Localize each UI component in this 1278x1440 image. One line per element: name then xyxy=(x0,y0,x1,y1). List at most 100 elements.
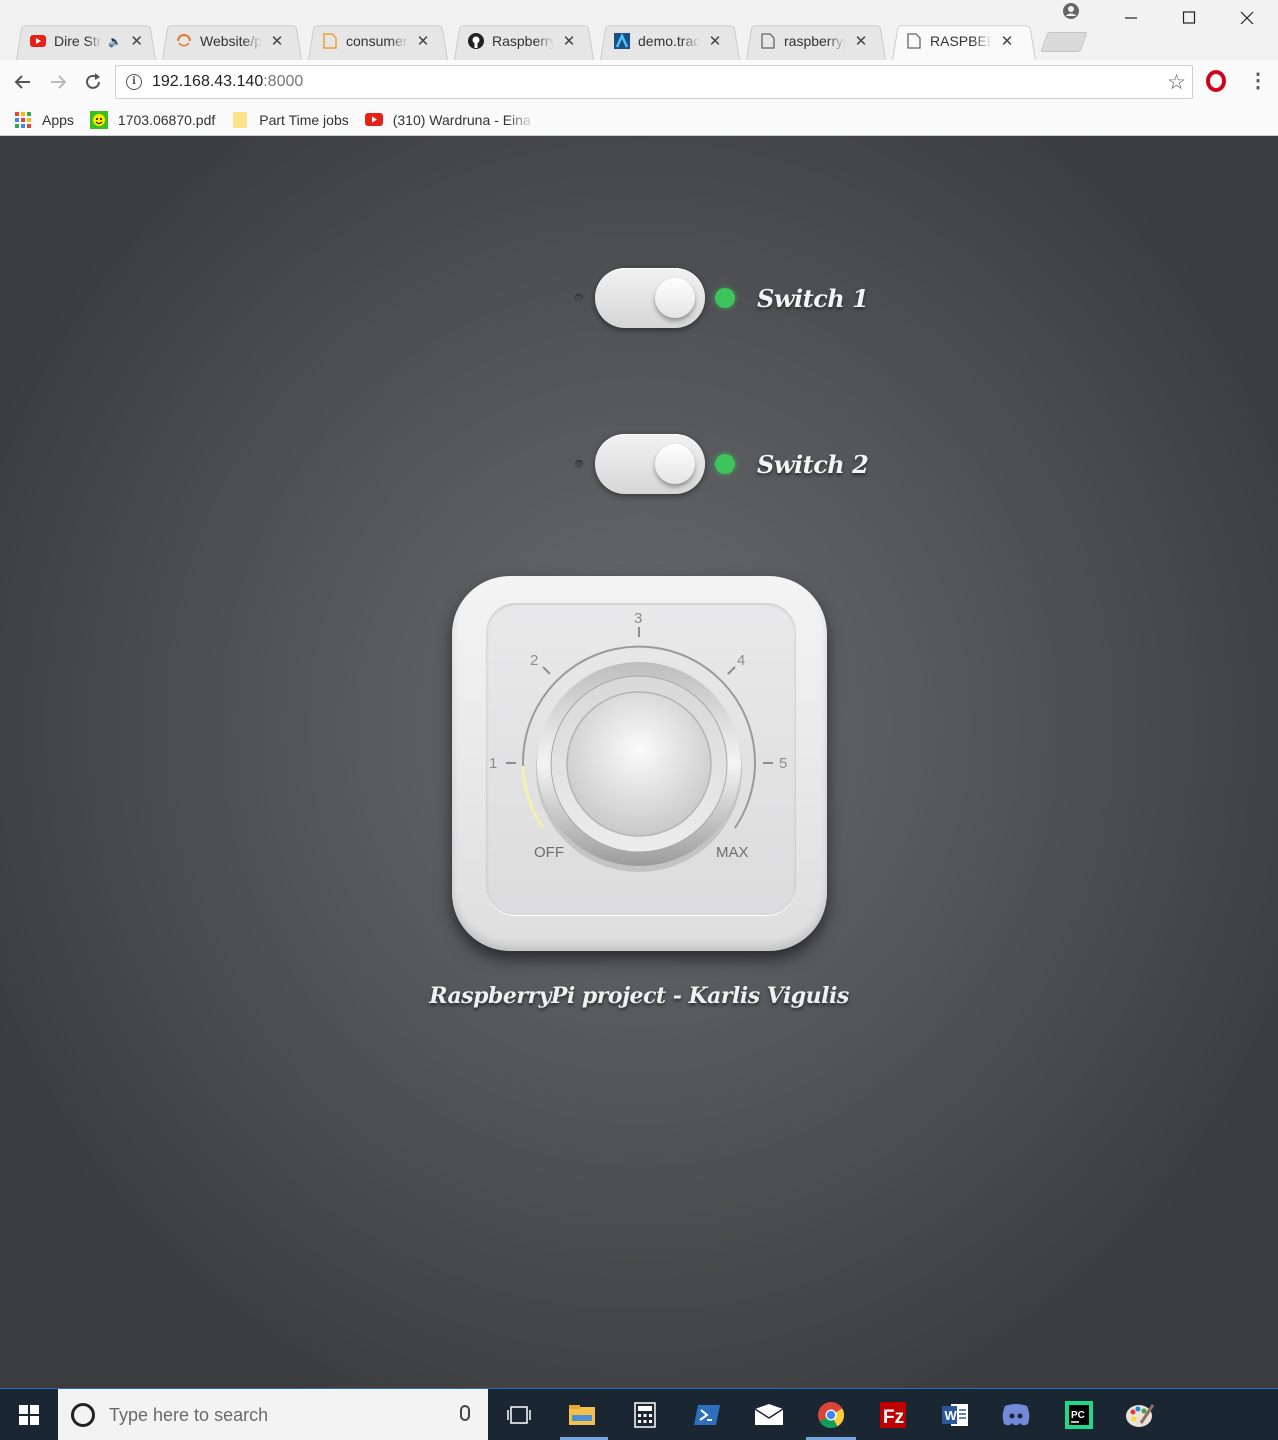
credit-text: RaspberryPi project - Karlis Vigulis xyxy=(429,983,849,1009)
windows-taskbar: Type here to search Fz W PC xyxy=(0,1388,1278,1440)
close-icon[interactable]: ✕ xyxy=(708,32,722,50)
off-indicator xyxy=(575,460,583,468)
close-icon[interactable]: ✕ xyxy=(1000,32,1014,50)
bookmark-pdf[interactable]: 1703.06870.pdf xyxy=(89,110,216,129)
bookmark-part-time-jobs[interactable]: Part Time jobs xyxy=(231,111,349,129)
tab-raspberryp[interactable]: raspberryp ✕ xyxy=(740,22,892,60)
loading-icon xyxy=(176,33,192,49)
tab-title: consumers xyxy=(346,33,408,49)
tab-title: Raspberry xyxy=(492,33,554,49)
dial-mark-4: 4 xyxy=(737,652,745,669)
switch-1-toggle[interactable] xyxy=(595,268,705,328)
url-port: :8000 xyxy=(263,73,304,90)
cortana-icon[interactable] xyxy=(71,1403,95,1427)
bookmark-star-icon[interactable]: ☆ xyxy=(1167,70,1186,95)
close-icon[interactable]: ✕ xyxy=(270,32,284,50)
dimmer-knob-cap[interactable] xyxy=(566,691,712,837)
back-button[interactable] xyxy=(9,68,37,96)
extension-stop-icon[interactable] xyxy=(1206,70,1226,92)
dimmer-panel: 1 2 3 4 5 OFF MAX xyxy=(452,576,827,951)
tab-consumers[interactable]: consumers ✕ xyxy=(302,22,454,60)
speaker-icon[interactable]: 🔈 xyxy=(108,35,122,48)
switch-2-row: Switch 2 xyxy=(575,434,869,494)
mail-icon[interactable] xyxy=(751,1397,787,1433)
toggle-knob[interactable] xyxy=(655,444,695,484)
file-explorer-icon[interactable] xyxy=(564,1397,600,1433)
browser-toolbar: i 192.168.43.140:8000 ☆ ⋮ xyxy=(0,60,1278,104)
dial-mark-3: 3 xyxy=(634,610,642,627)
switch-2-led xyxy=(715,454,735,474)
off-indicator xyxy=(575,294,583,302)
dial-mark-5: 5 xyxy=(779,755,787,772)
bookmark-label: Apps xyxy=(42,111,74,128)
tab-title: raspberryp xyxy=(784,33,846,49)
discord-icon[interactable] xyxy=(998,1397,1034,1433)
close-icon[interactable]: ✕ xyxy=(130,32,144,50)
reload-button[interactable] xyxy=(79,68,107,96)
triangle-logo-icon xyxy=(614,33,630,49)
youtube-icon xyxy=(364,111,383,129)
address-bar[interactable]: i 192.168.43.140:8000 ☆ xyxy=(115,65,1193,99)
tab-title: demo.trad xyxy=(638,33,700,49)
bookmark-wardruna[interactable]: (310) Wardruna - Eina xyxy=(364,111,535,129)
svg-text:Fz: Fz xyxy=(883,1407,904,1428)
new-tab-button[interactable] xyxy=(1040,32,1088,52)
svg-text:W: W xyxy=(945,1408,958,1423)
chrome-icon[interactable] xyxy=(813,1397,849,1433)
window-close-icon[interactable] xyxy=(1224,4,1270,29)
tab-github-raspberry[interactable]: Raspberry ✕ xyxy=(448,22,600,60)
dial-mark-1: 1 xyxy=(489,755,497,772)
filezilla-icon[interactable]: Fz xyxy=(875,1397,911,1433)
tab-title: RASPBERR xyxy=(930,33,992,49)
maximize-icon[interactable] xyxy=(1166,4,1212,29)
bookmark-label: 1703.06870.pdf xyxy=(117,111,216,128)
close-icon[interactable]: ✕ xyxy=(562,32,576,50)
tab-title: Website/p xyxy=(200,33,262,49)
bookmark-label: (310) Wardruna - Eina xyxy=(392,111,531,128)
forward-button[interactable] xyxy=(44,68,72,96)
url-text[interactable]: 192.168.43.140:8000 xyxy=(152,73,303,91)
tab-website[interactable]: Website/p ✕ xyxy=(156,22,308,60)
powershell-icon[interactable] xyxy=(689,1397,725,1433)
calculator-icon[interactable] xyxy=(627,1397,663,1433)
taskbar-search[interactable]: Type here to search xyxy=(58,1389,488,1440)
svg-text:PC: PC xyxy=(1071,1410,1085,1421)
close-icon[interactable]: ✕ xyxy=(854,32,868,50)
tab-raspberry-active[interactable]: RASPBERR ✕ xyxy=(886,22,1042,60)
url-host: 192.168.43.140 xyxy=(152,73,264,90)
switch-1-row: Switch 1 xyxy=(575,268,869,328)
profile-icon[interactable] xyxy=(1048,2,1094,25)
switch-1-label: Switch 1 xyxy=(757,283,869,313)
bookmarks-bar: Apps 1703.06870.pdf Part Time jobs (310)… xyxy=(0,104,1278,136)
pycharm-icon[interactable]: PC xyxy=(1061,1397,1097,1433)
tab-demo-trad[interactable]: demo.trad ✕ xyxy=(594,22,746,60)
paint-icon[interactable] xyxy=(1122,1397,1158,1433)
folder-icon xyxy=(231,111,249,129)
smiley-icon xyxy=(89,110,108,129)
page-icon xyxy=(760,33,776,49)
dial-max-label: MAX xyxy=(716,844,749,861)
dimmer-dial: 1 2 3 4 5 OFF MAX xyxy=(489,610,787,872)
word-icon[interactable]: W xyxy=(937,1397,973,1433)
bookmark-apps[interactable]: Apps xyxy=(14,111,74,129)
menu-icon[interactable]: ⋮ xyxy=(1248,70,1268,94)
tick-4 xyxy=(727,666,736,675)
tab-dire-straits[interactable]: Dire Str 🔈 ✕ xyxy=(10,22,162,60)
youtube-icon xyxy=(30,33,46,49)
start-button[interactable] xyxy=(0,1389,58,1440)
info-icon[interactable]: i xyxy=(126,74,142,90)
task-view-icon[interactable] xyxy=(501,1397,537,1433)
toggle-knob[interactable] xyxy=(655,278,695,318)
dial-mark-2: 2 xyxy=(530,652,538,669)
tab-title: Dire Str xyxy=(54,33,102,49)
bookmark-label: Part Time jobs xyxy=(259,111,349,128)
switch-1-led xyxy=(715,288,735,308)
page-viewport: Switch 1 Switch 2 1 2 3 4 5 OFF MAX Rasp… xyxy=(0,136,1278,1388)
close-icon[interactable]: ✕ xyxy=(416,32,430,50)
minimize-icon[interactable] xyxy=(1108,4,1154,29)
github-icon xyxy=(468,33,484,49)
apps-grid-icon xyxy=(14,111,32,129)
microphone-icon[interactable] xyxy=(460,1405,470,1421)
tick-2 xyxy=(542,666,551,675)
switch-2-toggle[interactable] xyxy=(595,434,705,494)
